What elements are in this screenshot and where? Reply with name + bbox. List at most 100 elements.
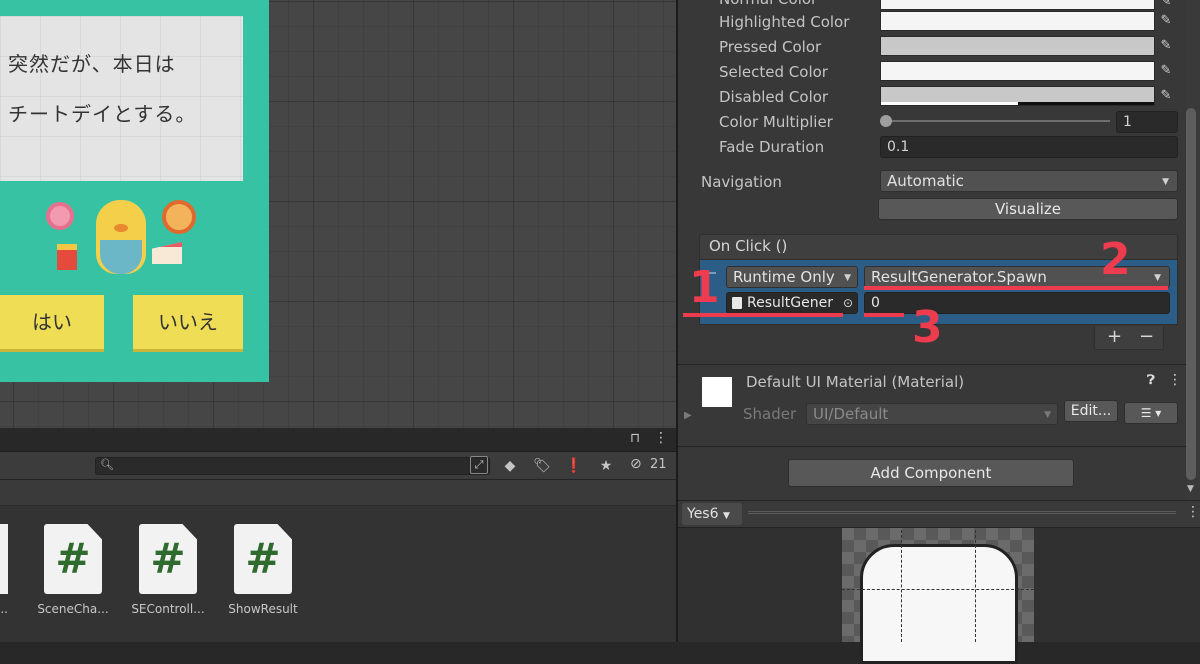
highlighted-color-label: Highlighted Color xyxy=(719,13,850,31)
project-tab-bar: ⊓ ⋮ xyxy=(0,428,676,452)
navigation-dropdown[interactable]: Automatic ▼ xyxy=(880,170,1178,192)
asset-item[interactable]: # SEControll... xyxy=(122,524,214,619)
asset-item[interactable]: # ShowResult xyxy=(217,524,309,619)
function-value: ResultGenerator.Spawn xyxy=(871,268,1047,286)
csharp-script-icon xyxy=(0,524,8,594)
favorites-star-icon[interactable]: ★ xyxy=(596,456,616,476)
chevron-down-icon: ▼ xyxy=(1162,177,1169,187)
target-object-field[interactable]: ResultGener ⊙ xyxy=(726,292,858,314)
list-icon: ☰ ▾ xyxy=(1140,406,1162,420)
slice-guide-right xyxy=(975,530,976,642)
shader-dropdown: UI/Default ▼ xyxy=(806,403,1058,425)
game-dialog-panel: 突然だが、本日は チートデイとする。 はい いいえ xyxy=(0,0,269,382)
eyedropper-icon[interactable]: ✎ xyxy=(1156,11,1176,31)
shader-value: UI/Default xyxy=(813,405,889,423)
highlighted-color-swatch[interactable] xyxy=(880,11,1155,31)
onclick-label: On Click () xyxy=(709,237,788,255)
asset-name: e... xyxy=(0,602,8,616)
disabled-color-swatch[interactable] xyxy=(880,86,1155,106)
kebab-menu-icon[interactable]: ⋮ xyxy=(654,430,668,446)
hidden-count: 21 xyxy=(650,457,667,472)
annotation-underline-2 xyxy=(864,286,1168,290)
search-input[interactable]: 🔍︎ xyxy=(95,457,490,475)
annotation-number-3: 3 xyxy=(912,302,943,353)
annotation-underline-3 xyxy=(864,313,904,317)
expand-arrow-icon[interactable]: ▶ xyxy=(684,410,692,421)
help-icon[interactable]: ❓︎ xyxy=(1147,373,1155,388)
asset-item[interactable]: # SceneCha... xyxy=(27,524,119,619)
runtime-mode-dropdown[interactable]: Runtime Only ▼ xyxy=(726,266,858,288)
material-thumbnail xyxy=(702,377,732,407)
pressed-color-label: Pressed Color xyxy=(719,38,822,56)
add-component-button[interactable]: Add Component xyxy=(788,459,1074,487)
scene-view[interactable]: 突然だが、本日は チートデイとする。 はい いいえ xyxy=(0,0,676,428)
lock-icon[interactable]: ⊓ xyxy=(630,431,640,446)
preview-object-name: Yes6 xyxy=(687,506,719,522)
preview-resize-handle[interactable] xyxy=(748,511,1176,514)
dialog-text-box: 突然だが、本日は チートデイとする。 xyxy=(0,16,243,181)
yes-button[interactable]: はい xyxy=(0,295,104,349)
remove-listener-button[interactable]: − xyxy=(1139,326,1154,347)
beak xyxy=(114,224,128,232)
hash-glyph: # xyxy=(245,534,281,583)
object-picker-icon[interactable]: ⊙ xyxy=(843,293,853,313)
chevron-down-icon: ▼ xyxy=(722,511,730,521)
chevron-down-icon: ▼ xyxy=(844,273,851,283)
normal-color-swatch[interactable] xyxy=(880,0,1155,10)
eyedropper-icon[interactable]: ✎ xyxy=(1156,36,1176,56)
fade-duration-field[interactable]: 0.1 xyxy=(880,136,1178,158)
target-object-value: ResultGener xyxy=(747,295,833,311)
asset-name: SceneCha... xyxy=(37,602,109,616)
chevron-down-icon: ▼ xyxy=(1044,410,1051,420)
hash-glyph: # xyxy=(150,534,186,583)
search-icon: 🔍︎ xyxy=(100,458,114,471)
selected-color-swatch[interactable] xyxy=(880,61,1155,81)
annotation-number-1: 1 xyxy=(689,262,720,313)
add-listener-button[interactable]: + xyxy=(1107,326,1122,347)
color-multiplier-label: Color Multiplier xyxy=(719,113,833,131)
fries-icon xyxy=(57,244,77,270)
pressed-color-swatch[interactable] xyxy=(880,36,1155,56)
shader-label: Shader xyxy=(743,405,797,423)
normal-color-label: Normal Color xyxy=(719,0,817,8)
multiplier-slider-track[interactable] xyxy=(884,120,1110,122)
navigation-label: Navigation xyxy=(701,173,782,191)
selected-color-label: Selected Color xyxy=(719,63,828,81)
material-name: Default UI Material (Material) xyxy=(746,373,965,391)
eyedropper-icon[interactable]: ✎ xyxy=(1156,61,1176,81)
no-button[interactable]: いいえ xyxy=(133,295,243,349)
warning-icon[interactable]: ❗ xyxy=(564,456,584,476)
search-by-type-icon[interactable]: ⤢ xyxy=(470,456,488,474)
inspector-scrollbar-thumb[interactable] xyxy=(1186,108,1196,480)
dialog-line-1: 突然だが、本日は xyxy=(8,52,176,76)
cake-icon xyxy=(152,242,182,264)
preview-header: Yes6 ▼ ⋮ xyxy=(678,500,1200,528)
scroll-down-icon[interactable]: ▼ xyxy=(1187,484,1194,494)
argument-field[interactable]: 0 xyxy=(864,292,1170,314)
eyedropper-icon[interactable]: ✎ xyxy=(1156,86,1176,106)
asset-name: SEControll... xyxy=(131,602,205,616)
alpha-bar-white xyxy=(881,102,1018,105)
chick-character xyxy=(96,200,146,274)
annotation-underline-1 xyxy=(683,313,843,317)
project-breadcrumb-bar xyxy=(0,480,676,506)
sprite-preview xyxy=(860,544,1018,664)
multiplier-slider-thumb[interactable] xyxy=(880,115,892,127)
kebab-menu-icon[interactable]: ⋮ xyxy=(1168,372,1182,388)
preview-object-dropdown[interactable]: Yes6 ▼ xyxy=(682,503,742,525)
filter-by-type-icon[interactable]: ◆ xyxy=(500,456,520,476)
visualize-button[interactable]: Visualize xyxy=(878,198,1178,220)
listener-add-remove: + − xyxy=(1094,326,1164,350)
filter-by-label-icon[interactable]: 🏷︎ xyxy=(532,456,552,476)
dialog-line-2: チートデイとする。 xyxy=(8,102,197,126)
kebab-menu-icon[interactable]: ⋮ xyxy=(1186,504,1200,520)
navigation-value: Automatic xyxy=(887,172,964,190)
chevron-down-icon: ▼ xyxy=(1154,273,1161,283)
disabled-color-label: Disabled Color xyxy=(719,88,829,106)
shader-options-button[interactable]: ☰ ▾ xyxy=(1124,402,1178,424)
runtime-mode-value: Runtime Only xyxy=(733,268,835,286)
color-multiplier-field[interactable]: 1 xyxy=(1116,111,1178,133)
donut-icon xyxy=(46,202,74,230)
hidden-packages-icon[interactable]: ⊘ xyxy=(630,456,642,472)
edit-shader-button[interactable]: Edit... xyxy=(1064,400,1118,422)
